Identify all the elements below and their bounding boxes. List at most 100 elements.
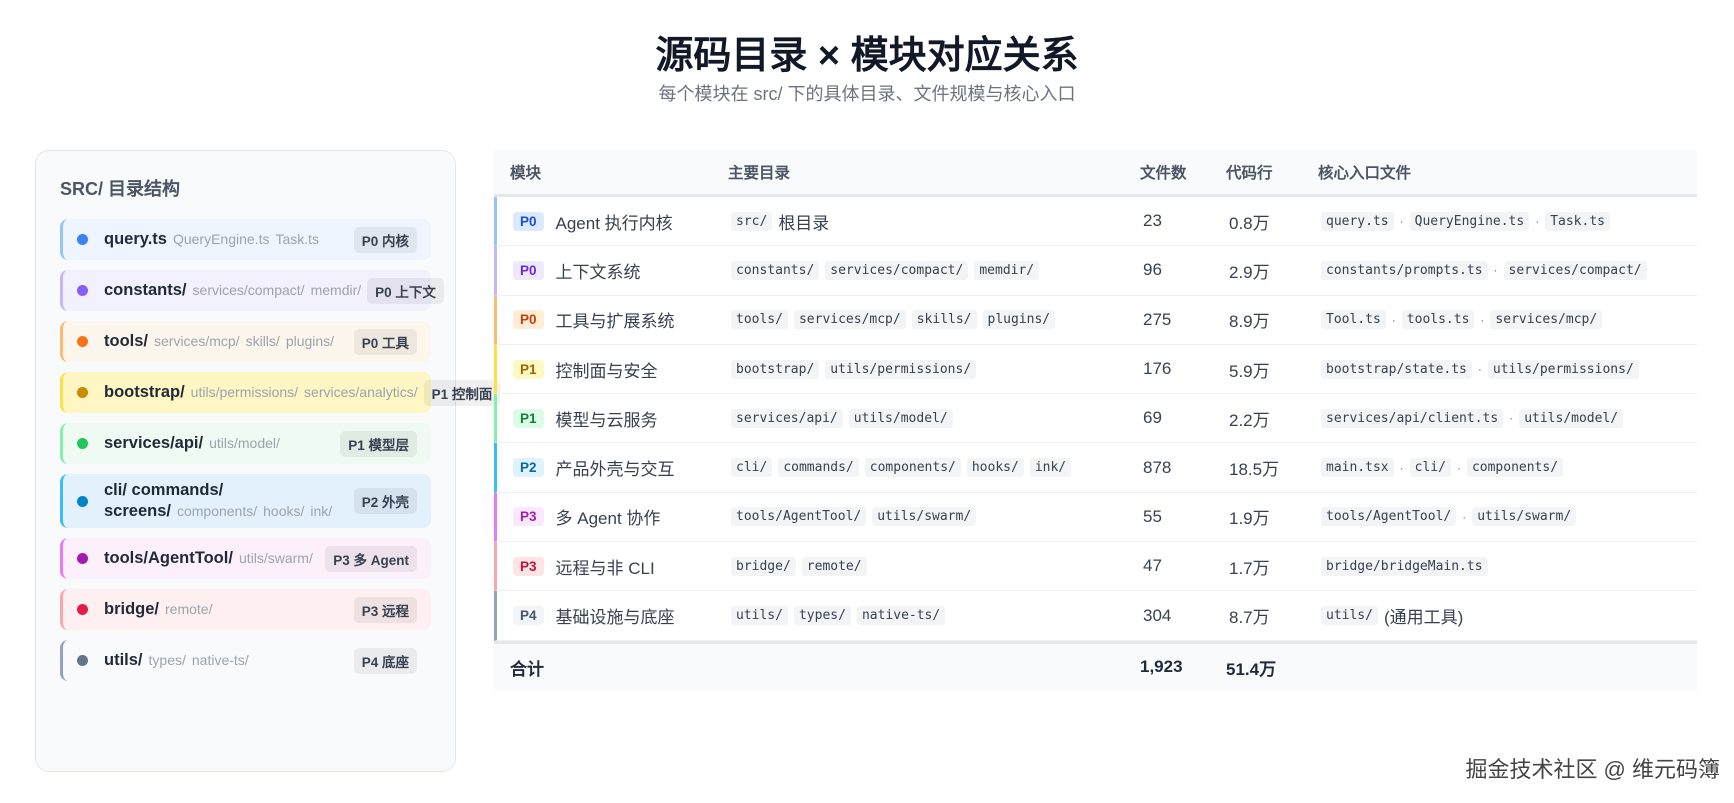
entry-file: Tool.ts: [1321, 310, 1386, 330]
separator: ·: [1391, 312, 1396, 327]
total-files: 1,923: [1140, 657, 1183, 677]
module-cell: P4 基础设施与底座: [497, 603, 731, 628]
directory-item: utils/types/native-ts/P4 底座: [60, 640, 431, 681]
directory-sub: services/analytics/: [304, 384, 418, 400]
directory-sub: Task.ts: [275, 231, 320, 247]
dir-tag: utils/model/: [848, 408, 953, 428]
directory-item: bootstrap/utils/permissions/services/ana…: [60, 372, 501, 413]
page-title: 源码目录 × 模块对应关系: [655, 35, 1079, 77]
dir-tag: bridge/: [731, 556, 796, 576]
table-row: P1 控制面与安全 bootstrap/utils/permissions/176 5…: [494, 344, 1697, 395]
directory-sub: skills/: [245, 333, 280, 349]
folder-dot-icon: [77, 234, 88, 245]
dir-tag: components/: [864, 458, 961, 478]
table-row: P1 模型与云服务 services/api/utils/model/69 2.2万 s…: [494, 394, 1697, 444]
dir-tag: services/compact/: [825, 260, 969, 280]
dir-tag: tools/AgentTool/: [731, 507, 867, 527]
priority-badge: P1: [513, 408, 544, 428]
directory-sub: utils/permissions/: [190, 384, 299, 400]
directory-paths: query.ts QueryEngine.ts Task.ts: [104, 229, 354, 250]
table-row: P2 产品外壳与交互 cli/commands/components/hooks/i…: [494, 443, 1697, 493]
entry-file: constants/prompts.ts: [1321, 260, 1488, 280]
directory-sub: remote/: [165, 601, 213, 617]
dirs-cell: services/api/utils/model/: [731, 408, 1143, 428]
priority-badge: P0: [513, 211, 544, 231]
entries-cell: constants/prompts.ts · services/compact/: [1321, 260, 1697, 280]
separator: ·: [1456, 460, 1461, 475]
entry-file: tools.ts: [1401, 310, 1475, 330]
directory-sub: utils/swarm/: [238, 550, 313, 566]
priority-badge: P3: [513, 556, 544, 576]
entry-file: bootstrap/state.ts: [1321, 359, 1472, 379]
dir-tag: utils/permissions/: [825, 359, 977, 379]
folder-dot-icon: [77, 387, 88, 398]
directory-item: bridge/remote/P3 远程: [60, 589, 431, 630]
dir-tag: types/: [793, 606, 851, 626]
dirs-cell: utils/types/native-ts/: [731, 606, 1143, 626]
line-count: 18.5万: [1229, 460, 1280, 480]
folder-dot-icon: [77, 655, 88, 666]
dir-tag: cli/: [731, 458, 773, 478]
module-name: 远程与非 CLI: [555, 558, 655, 578]
line-count: 2.9万: [1229, 262, 1270, 282]
entry-file: services/api/client.ts: [1321, 408, 1504, 428]
directory-main: tools/AgentTool/: [104, 549, 233, 567]
file-count: 55: [1143, 506, 1162, 526]
module-cell: P0 工具与扩展系统: [497, 307, 731, 332]
dirs-cell: constants/services/compact/memdir/: [731, 260, 1143, 280]
total-row: 合计 1,923 51.4万: [494, 640, 1697, 691]
entry-file: Task.ts: [1545, 211, 1610, 231]
directory-main: utils/: [104, 651, 143, 669]
table-body: P0 Agent 执行内核 src/根目录 23 0.8万 query.ts · QueryE…: [494, 197, 1697, 641]
entry-file: cli/: [1409, 458, 1451, 478]
entry-file: utils/permissions/: [1487, 359, 1639, 379]
table-row: P4 基础设施与底座 utils/types/native-ts/304 8.7万 ut…: [494, 591, 1697, 641]
priority-badge: P3 多 Agent: [325, 545, 417, 572]
module-name: Agent 执行内核: [555, 213, 673, 233]
module-name: 产品外壳与交互: [555, 460, 675, 480]
module-cell: P1 控制面与安全: [497, 357, 731, 382]
entry-note: (通用工具): [1383, 608, 1464, 628]
entries-cell: bootstrap/state.ts · utils/permissions/: [1321, 359, 1697, 379]
directory-sub: services/compact/: [192, 282, 305, 298]
dir-tag: hooks/: [966, 458, 1024, 478]
file-count: 878: [1143, 457, 1172, 477]
module-table: 模块 主要目录 文件数 代码行 核心入口文件 P0 Agent 执行内核 src/根…: [494, 150, 1697, 691]
dir-tag: bootstrap/: [731, 359, 820, 379]
module-name: 模型与云服务: [555, 410, 658, 430]
entry-file: utils/: [1321, 606, 1378, 626]
directory-main: bridge/: [104, 600, 160, 618]
dir-tag: src/: [731, 211, 773, 231]
file-count: 304: [1143, 605, 1172, 625]
module-cell: P2 产品外壳与交互: [497, 455, 731, 480]
priority-badge: P1 控制面: [423, 379, 501, 406]
priority-badge: P2 外壳: [353, 488, 417, 514]
table-row: P0 上下文系统 constants/services/compact/memdir…: [494, 246, 1697, 296]
module-name: 基础设施与底座: [555, 608, 675, 628]
entries-cell: Tool.ts · tools.ts · services/mcp/: [1321, 310, 1697, 330]
src-structure-panel: SRC/ 目录结构 query.ts QueryEngine.ts Task.ts P…: [35, 150, 501, 772]
module-cell: P0 Agent 执行内核: [497, 209, 731, 234]
directory-sub: QueryEngine.ts: [172, 231, 270, 247]
directory-sub: native-ts/: [191, 652, 249, 668]
directory-item: query.ts QueryEngine.ts Task.ts P0 内核: [60, 219, 431, 260]
priority-badge: P0 工具: [353, 328, 417, 355]
priority-badge: P3 远程: [353, 596, 417, 623]
directory-sub: ink/: [310, 503, 333, 519]
file-count: 69: [1143, 408, 1162, 428]
header-module: 模块: [510, 165, 542, 182]
dir-tag: ink/: [1029, 458, 1072, 478]
dir-tag: memdir/: [974, 260, 1040, 280]
line-count: 8.7万: [1229, 608, 1270, 628]
header-files: 文件数: [1140, 165, 1187, 182]
folder-dot-icon: [77, 438, 88, 449]
line-count: 0.8万: [1229, 213, 1270, 233]
separator: ·: [1399, 214, 1404, 229]
directory-sub: hooks/: [263, 503, 305, 519]
directory-main: services/api/: [104, 434, 204, 452]
file-count: 23: [1143, 211, 1162, 231]
dirs-cell: src/根目录: [731, 209, 1143, 234]
file-count: 96: [1143, 260, 1162, 280]
watermark: 掘金技术社区 @ 维元码簿: [1465, 757, 1720, 782]
entries-cell: bridge/bridgeMain.ts: [1321, 556, 1697, 576]
